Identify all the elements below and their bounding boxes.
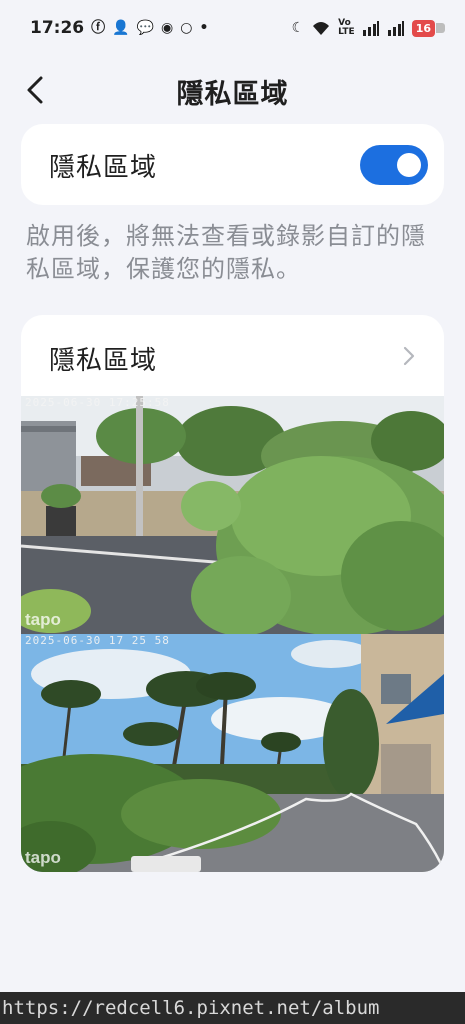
privacy-zones-label: 隱私區域 xyxy=(49,346,158,376)
privacy-zone-toggle-label: 隱私區域 xyxy=(49,153,158,183)
camera-image-bottom xyxy=(21,634,444,872)
privacy-zones-row[interactable]: 隱私區域 xyxy=(21,315,444,397)
chat-icon: 💬 xyxy=(136,20,154,36)
moon-icon: ☾ xyxy=(291,20,305,36)
battery-indicator: 16 xyxy=(411,19,446,37)
facebook-icon: ⓕ xyxy=(91,20,106,36)
messenger-icon: ◉ xyxy=(161,20,174,36)
status-left: 17:26 ⓕ 👤 💬 ◉ ○ • xyxy=(30,18,208,38)
messenger-outline-icon: ○ xyxy=(180,20,193,36)
privacy-zone-description: 啟用後，將無法查看或錄影自訂的隱私區域，保護您的隱私。 xyxy=(26,222,426,283)
camera-view-bottom: 2025-06-30 17 25 58 tapo xyxy=(21,634,444,872)
watermark-url: https://redcell6.pixnet.net/album xyxy=(0,992,465,1024)
signal-icon-2 xyxy=(387,21,404,36)
signal-icon xyxy=(362,21,379,36)
nav-bar: 隱私區域 xyxy=(0,62,465,118)
status-time: 17:26 xyxy=(30,18,85,38)
camera-timestamp-bottom: 2025-06-30 17 25 58 xyxy=(25,634,170,647)
toggle-knob xyxy=(397,153,421,177)
chevron-right-icon xyxy=(403,346,415,366)
camera-brand-top: tapo xyxy=(25,610,61,629)
privacy-zone-toggle-card: 隱私區域 xyxy=(21,124,444,205)
camera-brand-bottom: tapo xyxy=(25,848,61,867)
status-right: ☾ Vo LTE 16 xyxy=(291,18,446,37)
status-bar: 17:26 ⓕ 👤 💬 ◉ ○ • ☾ Vo LTE 16 xyxy=(0,0,465,56)
dot-icon: • xyxy=(199,20,209,36)
messenger-contact-icon: 👤 xyxy=(112,20,130,36)
volte-icon: Vo LTE xyxy=(338,18,355,37)
camera-image-top xyxy=(21,396,444,634)
privacy-zones-card: 隱私區域 2025-06-30 17:25:58 tapo 2025-06-30… xyxy=(21,315,444,872)
wifi-icon xyxy=(313,22,330,35)
privacy-zone-toggle[interactable] xyxy=(360,145,428,185)
page-title: 隱私區域 xyxy=(176,79,289,110)
camera-view-top: 2025-06-30 17:25:58 tapo xyxy=(21,396,444,634)
camera-timestamp-top: 2025-06-30 17:25:58 xyxy=(25,396,170,409)
